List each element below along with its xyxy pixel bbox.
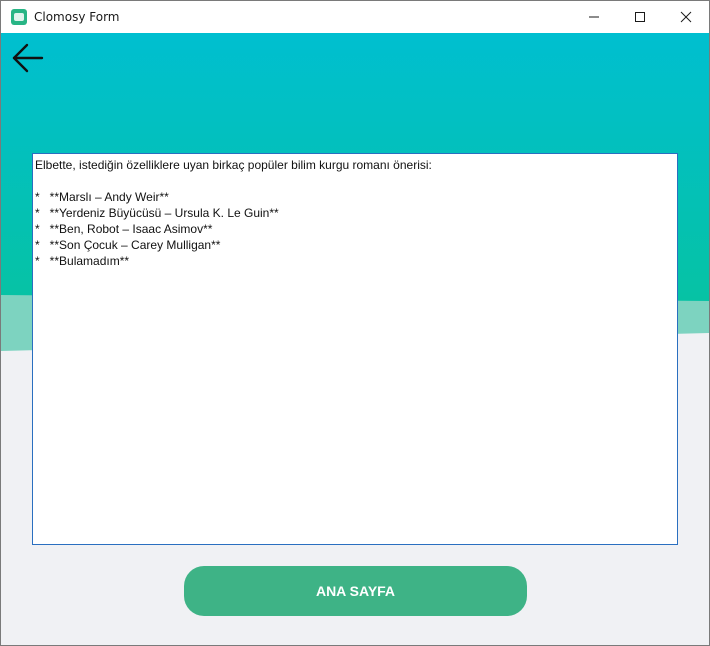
response-text-area[interactable]: Elbette, istediğin özelliklere uyan birk…	[32, 153, 678, 545]
title-bar: Clomosy Form	[1, 1, 709, 33]
close-button[interactable]	[663, 1, 709, 33]
back-button[interactable]	[11, 41, 45, 75]
minimize-button[interactable]	[571, 1, 617, 33]
form-content: Elbette, istediğin özelliklere uyan birk…	[1, 33, 709, 645]
arrow-left-icon	[12, 43, 44, 73]
app-window: Clomosy Form Elbette, istediğin özellikl…	[0, 0, 710, 646]
clomosy-app-icon	[11, 9, 27, 25]
home-button[interactable]: ANA SAYFA	[184, 566, 527, 616]
window-controls	[571, 1, 709, 33]
window-title: Clomosy Form	[34, 10, 120, 24]
close-icon	[680, 11, 692, 23]
minimize-icon	[589, 16, 599, 18]
maximize-icon	[635, 12, 645, 22]
maximize-button[interactable]	[617, 1, 663, 33]
